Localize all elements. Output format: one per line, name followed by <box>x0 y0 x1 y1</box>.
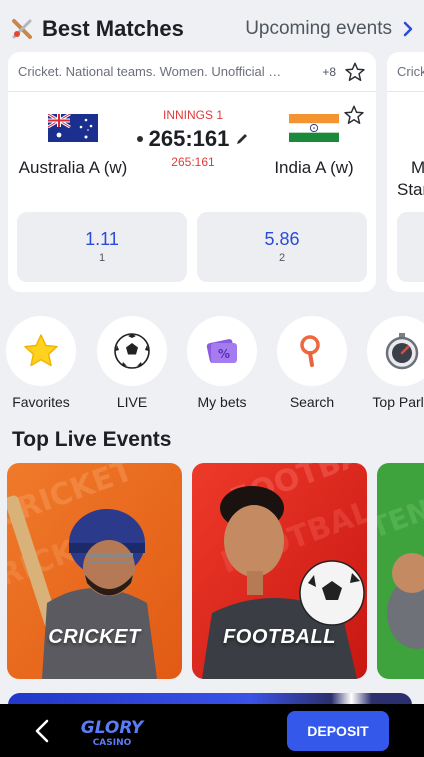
innings-label: INNINGS 1 <box>162 108 223 122</box>
event-label: CRICKET <box>48 626 141 648</box>
quick-my-bets[interactable]: % My bets <box>177 316 267 410</box>
quick-label: LIVE <box>116 394 148 410</box>
quick-actions: Favorites LIVE % My bets Search Top Parl <box>0 316 424 416</box>
odds-button-1[interactable]: 1.11 1 <box>17 212 187 282</box>
bet-ticket-icon: % <box>206 339 237 363</box>
svg-text:CASINO: CASINO <box>93 738 132 748</box>
match-carousel[interactable]: Cricket. National teams. Women. Unoffici… <box>8 52 424 292</box>
team-name-partial: Star <box>397 180 424 199</box>
soccer-ball-icon <box>114 333 150 369</box>
team-b: India A (w) <box>254 114 374 178</box>
back-arrow-icon[interactable] <box>28 716 58 746</box>
odds-button-2[interactable]: 5.86 2 <box>197 212 367 282</box>
my-bets-circle: % <box>187 316 257 386</box>
favorites-circle <box>6 316 76 386</box>
quick-favorites[interactable]: Favorites <box>0 316 86 410</box>
odds-outcome-label: 2 <box>278 252 286 264</box>
odds-button[interactable] <box>397 212 424 282</box>
event-card-more[interactable]: TENNIS <box>377 463 424 679</box>
best-matches-header: Best Matches Upcoming events <box>10 10 414 48</box>
event-label: FOOTBALL <box>223 626 336 648</box>
magnifier-icon <box>300 335 320 367</box>
australia-flag-icon <box>48 114 98 142</box>
upcoming-events-link[interactable]: Upcoming events <box>245 18 414 40</box>
more-markets-count[interactable]: +8 <box>322 65 336 79</box>
league-name: Crick <box>397 64 424 79</box>
sport-player-image: TENNIS <box>377 463 424 679</box>
match-card-next[interactable]: Crick M Star <box>387 52 424 292</box>
match-card[interactable]: Cricket. National teams. Women. Unoffici… <box>8 52 376 292</box>
quick-label: My bets <box>197 394 247 410</box>
favorite-league-star-icon[interactable] <box>344 61 366 83</box>
top-parlays-circle <box>367 316 424 386</box>
team-a-name: Australia A (w) <box>18 158 128 177</box>
svg-text:GLORY: GLORY <box>81 718 145 738</box>
event-card-football[interactable]: FOOTBALL FOOTBALL FOOTBALL <box>192 463 367 679</box>
quick-live[interactable]: LIVE <box>87 316 177 410</box>
team-name-partial: M <box>411 158 424 177</box>
live-events-carousel[interactable]: CRICKET CRICKET CRICKET FOOTBALL FOOTBAL… <box>7 463 424 679</box>
star-icon <box>24 334 58 367</box>
live-circle <box>97 316 167 386</box>
india-flag-icon <box>289 114 339 142</box>
search-circle <box>277 316 347 386</box>
match-card-header: Cricket. National teams. Women. Unoffici… <box>8 52 376 92</box>
quick-label: Favorites <box>12 394 70 410</box>
quick-top-parlays[interactable]: Top Parla <box>357 316 424 410</box>
league-name: Cricket. National teams. Women. Unoffici… <box>18 64 282 79</box>
bottom-bar: GLORY CASINO DEPOSIT <box>0 704 424 757</box>
team-a: Australia A (w) <box>13 114 133 178</box>
upcoming-events-label: Upcoming events <box>245 18 392 39</box>
section-title: Best Matches <box>42 16 184 41</box>
odds-outcome-label: 1 <box>98 252 106 264</box>
odds-value: 1.11 <box>85 229 119 249</box>
team-b-name: India A (w) <box>274 158 354 177</box>
glory-casino-logo[interactable]: GLORY CASINO <box>72 711 152 751</box>
match-card-header: Crick <box>387 52 424 92</box>
odds-value: 5.86 <box>264 229 300 249</box>
stopwatch-icon <box>385 333 419 370</box>
event-card-cricket[interactable]: CRICKET CRICKET CRICKET <box>7 463 182 679</box>
innings-score: 265:161 <box>171 155 215 169</box>
score-row: 265:161 <box>128 126 258 152</box>
cricket-bat-icon <box>12 19 32 39</box>
quick-search[interactable]: Search <box>267 316 357 410</box>
pencil-icon <box>237 134 248 144</box>
svg-text:%: % <box>218 347 230 361</box>
deposit-button[interactable]: DEPOSIT <box>287 710 389 751</box>
top-live-events-title: Top Live Events <box>12 428 172 451</box>
serving-dot-icon <box>136 136 143 142</box>
quick-label: Top Parla <box>372 394 424 410</box>
chevron-right-icon <box>403 21 413 37</box>
quick-label: Search <box>289 394 335 410</box>
score-panel: INNINGS 1 265:161 265:161 <box>128 108 258 169</box>
match-score: 265:161 <box>148 126 230 151</box>
app-screen: Best Matches Upcoming events Cricket. Na… <box>0 0 424 757</box>
